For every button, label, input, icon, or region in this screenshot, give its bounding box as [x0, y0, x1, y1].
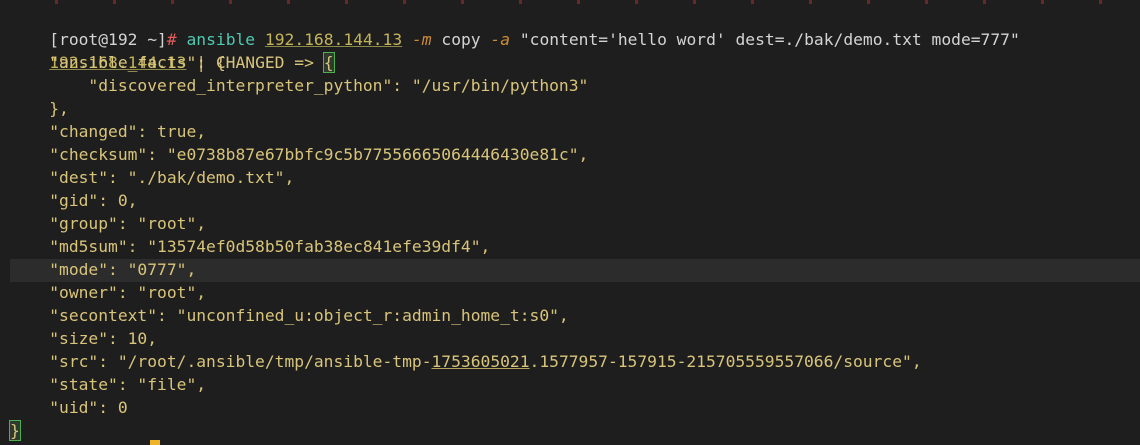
open-brace: { — [322, 51, 335, 73]
json-line: "checksum": "e0738b87e67bbfc9c5b77556665… — [10, 145, 589, 164]
json-line: "ansible_facts": { — [10, 53, 226, 72]
terminal-window[interactable]: [root@192 ~]# ansible 192.168.144.13 -m … — [0, 0, 1140, 445]
json-line: "secontext": "unconfined_u:object_r:admi… — [10, 306, 569, 325]
close-brace-line: } — [9, 420, 21, 443]
src-suffix: .1577957-157915-215705559557066/source", — [529, 352, 922, 371]
json-line: "changed": true, — [10, 122, 207, 141]
src-timestamp: 1753605021 — [431, 352, 530, 371]
json-line: "owner": "root", — [10, 283, 207, 302]
json-line: "state": "file", — [10, 375, 207, 394]
module-name: copy — [441, 29, 481, 49]
json-line: "mode": "0777", — [10, 260, 197, 279]
json-line: "gid": 0, — [10, 191, 138, 210]
command-line: [root@192 ~]# ansible 192.168.144.13 -m … — [10, 6, 1020, 49]
terminal-cursor — [150, 440, 160, 445]
close-brace: } — [9, 420, 21, 441]
json-line: "group": "root", — [10, 214, 207, 233]
json-line: "md5sum": "13574ef0d58b50fab38ec841efe39… — [10, 237, 491, 256]
json-line-src: "src": "/root/.ansible/tmp/ansible-tmp-1… — [10, 351, 922, 374]
result-header: 192.168.144.13 | CHANGED => { — [10, 29, 335, 73]
json-line: "dest": "./bak/demo.txt", — [10, 168, 295, 187]
json-line: "size": 10, — [10, 329, 158, 348]
args-string: "content='hello word' dest=./bak/demo.tx… — [519, 29, 1020, 49]
src-prefix: "src": "/root/.ansible/tmp/ansible-tmp- — [10, 352, 432, 371]
previous-output-strip — [0, 0, 1140, 4]
json-line: "discovered_interpreter_python": "/usr/b… — [10, 76, 589, 95]
json-line: }, — [10, 99, 69, 118]
json-line: "uid": 0 — [10, 398, 128, 417]
args-flag: -a — [490, 29, 511, 49]
module-flag: -m — [411, 29, 432, 49]
